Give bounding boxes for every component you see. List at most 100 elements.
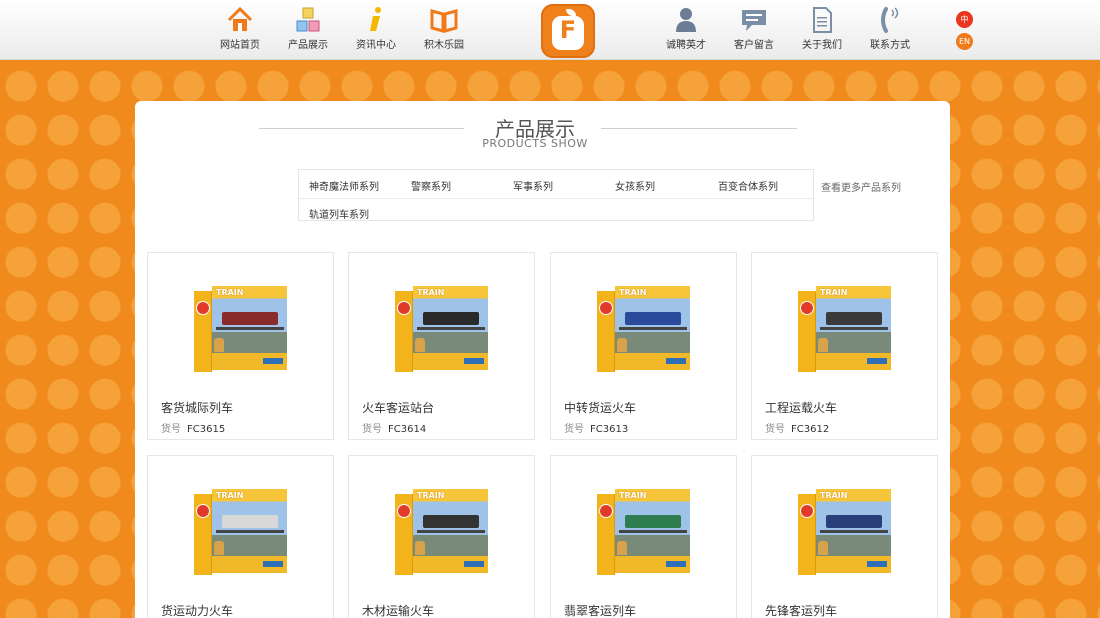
box-brand-text: TRAIN (417, 288, 445, 297)
product-image[interactable]: TRAIN (597, 286, 690, 372)
product-code-label: 货号 (362, 424, 382, 435)
product-card[interactable]: TRAIN 翡翠客运列车 (550, 455, 737, 618)
box-side (395, 494, 413, 575)
lang-zh-button[interactable]: 中 (956, 11, 973, 28)
rail-illustration (820, 327, 888, 330)
product-image[interactable]: TRAIN (597, 489, 690, 575)
nav-home[interactable]: 网站首页 (208, 6, 272, 51)
nav-news-label: 资讯中心 (356, 40, 396, 51)
category-military[interactable]: 军事系列 (513, 178, 553, 193)
product-card[interactable]: TRAIN 中转货运火车货号 FC3613 (550, 252, 737, 440)
product-code-label: 货号 (765, 424, 785, 435)
box-front: TRAIN (413, 286, 488, 370)
product-name[interactable]: 先锋客运列车 (765, 602, 837, 618)
category-row-divider (299, 198, 813, 199)
home-icon (227, 6, 253, 31)
product-name[interactable]: 木材运输火车 (362, 602, 434, 618)
logo-letter: F (559, 16, 577, 44)
box-brand-text: TRAIN (216, 491, 244, 500)
box-side (194, 494, 212, 575)
product-code: 货号 FC3615 (161, 420, 225, 435)
minifigure-illustration (214, 338, 224, 352)
train-illustration (222, 312, 278, 325)
nav-contact[interactable]: 联系方式 (858, 6, 922, 51)
logo-inner: F (552, 16, 584, 50)
product-card[interactable]: TRAIN 木材运输火车 (348, 455, 535, 618)
product-name[interactable]: 工程运载火车 (765, 399, 837, 416)
box-brand-text: TRAIN (619, 288, 647, 297)
box-side (194, 291, 212, 372)
product-code-value: FC3614 (388, 424, 427, 435)
rail-illustration (417, 327, 485, 330)
nav-messages-label: 客户留言 (734, 40, 774, 51)
rail-illustration (820, 530, 888, 533)
category-magician[interactable]: 神奇魔法师系列 (309, 178, 379, 193)
box-front: TRAIN (816, 489, 891, 573)
product-code-value: FC3612 (791, 424, 830, 435)
minifigure-illustration (818, 338, 828, 352)
message-icon (742, 10, 766, 31)
box-badge (464, 358, 484, 364)
product-code-value: FC3613 (590, 424, 629, 435)
product-image[interactable]: TRAIN (194, 489, 287, 575)
nav-park[interactable]: 积木乐园 (412, 6, 476, 51)
product-code: 货号 FC3612 (765, 420, 829, 435)
minifigure-illustration (214, 541, 224, 555)
product-card[interactable]: TRAIN 客货城际列车 货号 FC3615 (147, 252, 334, 440)
book-icon (430, 9, 458, 33)
category-rail[interactable]: 轨道列车系列 (309, 206, 369, 221)
product-name[interactable]: 火车客运站台 (362, 399, 434, 416)
product-code-label: 货号 (564, 424, 584, 435)
product-code-value: FC3615 (187, 424, 226, 435)
nav-careers[interactable]: 诚聘英才 (654, 6, 718, 51)
product-card[interactable]: TRAIN 工程运载火车货号 FC3612 (751, 252, 938, 440)
more-categories-link[interactable]: 查看更多产品系列 (821, 179, 901, 194)
train-illustration (222, 515, 278, 528)
product-card[interactable]: TRAIN 火车客运站台货号 FC3614 (348, 252, 535, 440)
product-image[interactable]: TRAIN (798, 489, 891, 575)
train-illustration (625, 515, 681, 528)
product-card[interactable]: TRAIN 货运动力火车 (147, 455, 334, 618)
nav-products-label: 产品展示 (288, 40, 328, 51)
rail-illustration (216, 530, 284, 533)
nav-park-label: 积木乐园 (424, 40, 464, 51)
box-badge (263, 561, 283, 567)
nav-messages[interactable]: 客户留言 (722, 6, 786, 51)
phone-icon (881, 7, 899, 33)
nav-products[interactable]: 产品展示 (276, 6, 340, 51)
minifigure-illustration (415, 541, 425, 555)
box-badge (666, 358, 686, 364)
train-illustration (826, 515, 882, 528)
document-icon (813, 7, 832, 33)
product-name[interactable]: 翡翠客运列车 (564, 602, 636, 618)
lang-en-button[interactable]: EN (956, 33, 973, 50)
product-image[interactable]: TRAIN (194, 286, 287, 372)
category-girls[interactable]: 女孩系列 (615, 178, 655, 193)
product-name[interactable]: 中转货运火车 (564, 399, 636, 416)
box-front: TRAIN (816, 286, 891, 370)
rail-illustration (619, 530, 687, 533)
train-illustration (625, 312, 681, 325)
rail-illustration (619, 327, 687, 330)
box-brand-text: TRAIN (820, 491, 848, 500)
rail-illustration (417, 530, 485, 533)
brand-logo[interactable]: F (541, 4, 595, 58)
product-image[interactable]: TRAIN (395, 489, 488, 575)
category-list: 神奇魔法师系列 警察系列 军事系列 女孩系列 百变合体系列 轨道列车系列 (298, 169, 814, 221)
box-brand-text: TRAIN (417, 491, 445, 500)
product-image[interactable]: TRAIN (395, 286, 488, 372)
product-name[interactable]: 货运动力火车 (161, 602, 233, 618)
box-side (798, 494, 816, 575)
nav-about[interactable]: 关于我们 (790, 6, 854, 51)
box-brand-text: TRAIN (216, 288, 244, 297)
product-card[interactable]: TRAIN 先锋客运列车 (751, 455, 938, 618)
info-icon (370, 7, 381, 31)
nav-news[interactable]: 资讯中心 (344, 6, 408, 51)
category-transform[interactable]: 百变合体系列 (718, 178, 778, 193)
category-police[interactable]: 警察系列 (411, 178, 451, 193)
box-brand-text: TRAIN (619, 491, 647, 500)
product-image[interactable]: TRAIN (798, 286, 891, 372)
box-side (597, 494, 615, 575)
product-name[interactable]: 客货城际列车 (161, 399, 233, 416)
person-icon (676, 8, 696, 32)
